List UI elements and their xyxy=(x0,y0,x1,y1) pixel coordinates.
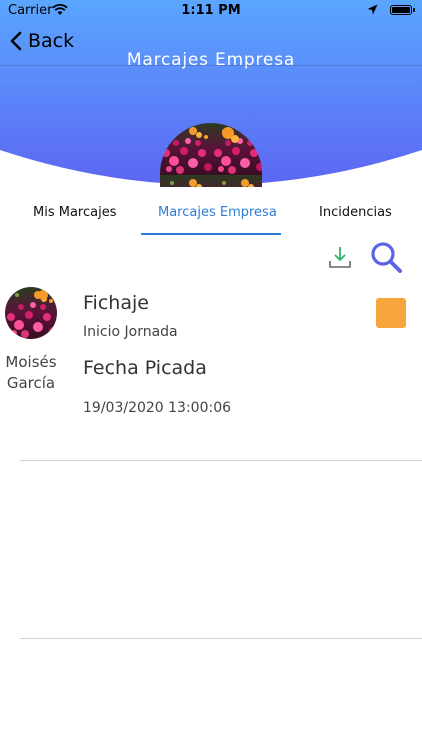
location-arrow-icon xyxy=(367,4,378,15)
row-divider xyxy=(20,460,422,461)
back-button[interactable]: Back xyxy=(10,30,74,52)
status-indicator xyxy=(376,298,406,328)
fichaje-value: Inicio Jornada xyxy=(83,324,178,340)
row-divider xyxy=(20,638,422,639)
status-time: 1:11 PM xyxy=(181,3,241,18)
user-last-name: García xyxy=(6,374,56,392)
fichaje-title: Fichaje xyxy=(83,292,149,314)
active-tab-indicator xyxy=(141,233,281,235)
fecha-value: 19/03/2020 13:00:06 xyxy=(83,400,232,416)
download-icon[interactable] xyxy=(327,244,353,270)
nav-divider xyxy=(0,65,422,66)
tab-incidencias[interactable]: Incidencias xyxy=(319,205,392,220)
user-name: Moisés García xyxy=(0,352,62,394)
page-title: Marcajes Empresa xyxy=(126,50,296,70)
user-avatar xyxy=(5,287,57,339)
user-first-name: Moisés xyxy=(5,353,57,371)
tab-bar: Mis Marcajes Marcajes Empresa Incidencia… xyxy=(0,195,422,237)
status-bar: Carrier 1:11 PM xyxy=(0,0,422,22)
tab-marcajes-empresa[interactable]: Marcajes Empresa xyxy=(158,205,277,220)
back-label: Back xyxy=(28,30,75,52)
user-avatar-image xyxy=(5,287,57,339)
chevron-left-icon xyxy=(10,31,22,51)
battery-icon xyxy=(390,5,415,15)
search-icon[interactable] xyxy=(369,240,403,274)
tab-mis-marcajes[interactable]: Mis Marcajes xyxy=(33,205,116,220)
fecha-title: Fecha Picada xyxy=(83,357,207,379)
